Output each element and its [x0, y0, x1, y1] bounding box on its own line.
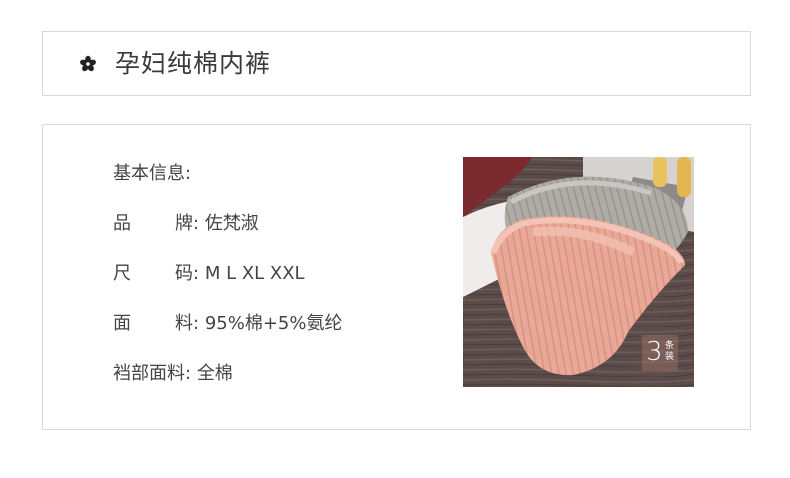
info-row-fabric: 面 料 : 95%棉+5%氨纶 — [113, 313, 342, 335]
fabric-label-b: 料 — [175, 313, 193, 334]
size-label: 尺 码 — [113, 263, 193, 285]
fabric-colon: : — [193, 313, 200, 334]
fabric-label-a: 面 — [113, 313, 131, 334]
crotch-label: 裆部面料 — [113, 363, 185, 384]
info-box: 基本信息: 品 牌 : 佐梵淑 尺 码 : M L XL XXL 面 料 : 9… — [42, 124, 751, 430]
brand-label: 品 牌 — [113, 213, 193, 235]
info-row-size: 尺 码 : M L XL XXL — [113, 263, 305, 285]
pack-unit: 条装 — [665, 341, 675, 362]
brand-colon: : — [193, 213, 200, 234]
info-heading: 基本信息: — [113, 163, 191, 185]
size-label-a: 尺 — [113, 263, 131, 284]
crotch-value: 全棉 — [196, 363, 233, 384]
size-value: M L XL XXL — [204, 263, 305, 284]
page-title: 孕妇纯棉内裤 — [115, 49, 272, 78]
brand-value: 佐梵淑 — [204, 213, 259, 234]
size-label-b: 码 — [175, 263, 193, 284]
pack-badge: 3 条装 — [642, 335, 678, 371]
size-colon: : — [193, 263, 200, 284]
brand-label-a: 品 — [113, 213, 131, 234]
info-row-brand: 品 牌 : 佐梵淑 — [113, 213, 259, 235]
brand-label-b: 牌 — [175, 213, 193, 234]
fabric-label: 面 料 — [113, 313, 193, 335]
fabric-value: 95%棉+5%氨纶 — [204, 313, 343, 334]
pack-count: 3 — [646, 337, 663, 367]
flower-icon — [80, 55, 96, 72]
title-box: 孕妇纯棉内裤 — [42, 31, 751, 96]
info-row-crotch: 裆部面料: 全棉 — [113, 363, 233, 385]
info-heading-text: 基本信息: — [113, 163, 192, 184]
crotch-colon: : — [185, 363, 192, 384]
product-photo: 3 条装 — [463, 157, 694, 387]
